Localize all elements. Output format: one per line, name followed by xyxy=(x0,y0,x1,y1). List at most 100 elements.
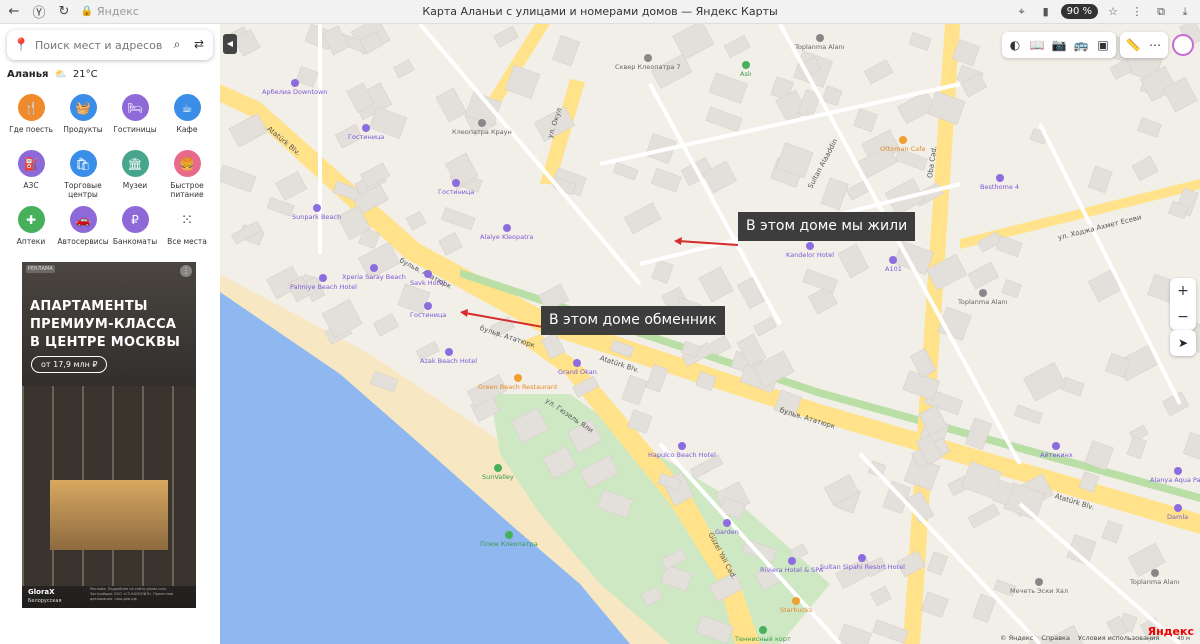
poi-shop[interactable]: A101 xyxy=(885,256,902,273)
basket-icon: 🧺 xyxy=(69,94,97,121)
poi-cafe[interactable]: Ottoman Cafe xyxy=(880,136,926,153)
zoom-out-button[interactable]: − xyxy=(1170,304,1196,330)
category-label: Где поесть xyxy=(9,125,53,134)
layer-tools: ◐ 📖 📷 🚌 ▣ xyxy=(1002,32,1116,58)
advertisement-banner[interactable]: РЕКЛАМА ⋮ АПАРТАМЕНТЫ ПРЕМИУМ-КЛАССА В Ц… xyxy=(22,262,196,608)
extensions-icon[interactable]: ⧉ xyxy=(1152,3,1170,21)
back-icon[interactable]: ← xyxy=(3,1,25,23)
callout-lived: В этом доме мы жили xyxy=(738,212,916,241)
zoom-in-button[interactable]: + xyxy=(1170,278,1196,304)
yandex-browser-icon[interactable]: Ⓨ xyxy=(28,1,50,23)
search-icon[interactable]: ⌕ xyxy=(169,37,185,53)
layers-icon[interactable]: ◐ xyxy=(1004,34,1026,56)
category-fastfood[interactable]: 🍔 Быстрое питание xyxy=(161,150,213,199)
category-museums[interactable]: 🏛 Музеи xyxy=(109,150,161,190)
map-canvas[interactable]: ◀ ◐ 📖 📷 🚌 ▣ 📏 ⋯ + − ➤ В этом доме мы жил… xyxy=(220,24,1200,644)
measure-tools: 📏 ⋯ xyxy=(1120,32,1168,58)
category-label: Торговые центры xyxy=(64,181,102,199)
category-atm[interactable]: ₽ Банкоматы xyxy=(109,206,161,246)
downloads-icon[interactable]: ⤓ xyxy=(1176,3,1194,21)
poi-hotel[interactable]: Garden xyxy=(715,519,739,536)
poi-hotel[interactable]: Besthome 4 xyxy=(980,174,1019,191)
poi-hotel[interactable]: Alaiye Kleopatra xyxy=(480,224,533,241)
panorama-icon[interactable]: ▣ xyxy=(1092,34,1114,56)
ad-price-button[interactable]: от 17,9 млн ₽ xyxy=(31,356,108,373)
ruble-icon: ₽ xyxy=(121,206,149,233)
category-label: Аптеки xyxy=(16,237,46,246)
copyright-text: © Яндекс xyxy=(1000,634,1034,642)
poi-hotel[interactable]: Azak Beach Hotel xyxy=(420,348,477,365)
lock-icon: 🔒 xyxy=(80,6,94,17)
more-dots-icon[interactable]: ⋯ xyxy=(1144,34,1166,56)
poi-beach[interactable]: Пляж Клеопатра xyxy=(480,531,538,548)
ruler-icon[interactable]: 📏 xyxy=(1122,34,1144,56)
category-pharmacy[interactable]: ✚ Аптеки xyxy=(5,206,57,246)
category-groceries[interactable]: 🧺 Продукты xyxy=(57,94,109,134)
poi-building[interactable]: Клеопатра Краун xyxy=(452,119,512,136)
category-malls[interactable]: 🛍 Торговые центры xyxy=(57,150,109,199)
poi-hotel[interactable]: Palmiye Beach Hotel xyxy=(290,274,357,291)
poi-square[interactable]: Сквер Клеопатра 7 xyxy=(615,54,681,71)
category-autoservice[interactable]: 🚗 Автосервисы xyxy=(57,206,109,246)
poi-hotel[interactable]: Kandelor Hotel xyxy=(786,242,834,259)
bed-icon: 🛏 xyxy=(121,94,149,121)
transit-icon[interactable]: 🚌 xyxy=(1070,34,1092,56)
map-toolbar: ◐ 📖 📷 🚌 ▣ 📏 ⋯ xyxy=(1002,32,1194,58)
bookmark-icon[interactable]: ▮ xyxy=(1037,3,1055,21)
poi-hotel[interactable]: Grand Okan xyxy=(558,359,597,376)
more-icon[interactable]: ⋮ xyxy=(1128,3,1146,21)
poi-waterpark[interactable]: Alanya Aqua Park xyxy=(1150,467,1200,484)
city-name: Аланья xyxy=(7,69,49,80)
poi-hotel[interactable]: Гостиница xyxy=(348,124,384,141)
map-footer: © Яндекс Справка Условия использования xyxy=(1000,634,1159,642)
star-icon[interactable]: ☆ xyxy=(1104,3,1122,21)
category-food[interactable]: 🍴 Где поесть xyxy=(5,94,57,134)
category-all[interactable]: ⁙ Все места xyxy=(161,206,213,246)
sidebar: 📍 Поиск мест и адресов ⌕ ⇄ Аланья ⛅ 21°C… xyxy=(0,24,220,644)
poi-shop[interactable]: Айтекинх xyxy=(1040,442,1073,459)
grid-dots-icon: ⁙ xyxy=(173,206,201,233)
map-book-icon[interactable]: 📖 xyxy=(1026,34,1048,56)
ad-brand-sub: Белорусская xyxy=(28,598,62,604)
poi-sports[interactable]: Теннисный корт xyxy=(735,626,791,643)
poi-hotel[interactable]: Sunpark Beach xyxy=(292,204,341,221)
poi-hotel[interactable]: Riviera Hotel & SPA xyxy=(760,557,823,574)
poi-meeting-point[interactable]: Toplanma Alanı xyxy=(795,34,844,51)
poi-hotel[interactable]: Гостиница xyxy=(410,302,446,319)
callout-exchange: В этом доме обменник xyxy=(541,306,725,335)
poi-restaurant[interactable]: Green Beach Restaurant xyxy=(478,374,558,391)
category-hotels[interactable]: 🛏 Гостиницы xyxy=(109,94,161,134)
poi-hotel[interactable]: Hapulco Beach Hotel xyxy=(648,442,716,459)
poi-hotel[interactable]: Savk Hotel xyxy=(410,270,445,287)
help-link[interactable]: Справка xyxy=(1041,634,1070,642)
category-gas[interactable]: ⛽ АЗС xyxy=(5,150,57,190)
ad-fine-print: Реклама. Подробнее на сайте glorax.com. … xyxy=(90,587,174,601)
reload-icon[interactable]: ↻ xyxy=(53,1,75,23)
scale-bar: 40 м xyxy=(1177,636,1190,642)
user-avatar[interactable] xyxy=(1172,34,1194,56)
poi-hotel[interactable]: Sultan Sipahi Resort Hotel xyxy=(820,554,905,571)
poi-park[interactable]: SunValley xyxy=(482,464,514,481)
ad-more-icon[interactable]: ⋮ xyxy=(180,265,192,277)
search-box[interactable]: 📍 Поиск мест и адресов ⌕ ⇄ xyxy=(7,30,213,60)
zoom-indicator[interactable]: 90 % xyxy=(1060,4,1098,19)
plus-icon: ✚ xyxy=(17,206,45,233)
camera-icon[interactable]: 📷 xyxy=(1048,34,1070,56)
poi-mosque[interactable]: Мечеть Эски Хал xyxy=(1010,578,1068,595)
category-cafe[interactable]: ☕ Кафе xyxy=(161,94,213,134)
sidebar-collapse-button[interactable]: ◀ xyxy=(223,34,237,54)
location-icon[interactable]: ⌖ xyxy=(1013,3,1031,21)
route-icon[interactable]: ⇄ xyxy=(191,37,207,53)
poi-meeting-point[interactable]: Toplanma Alanı xyxy=(958,289,1007,306)
poi-hotel[interactable]: Damla xyxy=(1167,504,1188,521)
poi-cafe[interactable]: Starbucks xyxy=(780,597,812,614)
poi-hotel[interactable]: Арбелиа Downtown xyxy=(262,79,327,96)
poi-shop[interactable]: Aslı xyxy=(740,61,751,78)
zoom-controls: + − xyxy=(1170,278,1196,330)
poi-meeting-point[interactable]: Toplanma Alanı xyxy=(1130,569,1179,586)
my-location-button[interactable]: ➤ xyxy=(1170,330,1196,356)
poi-hotel[interactable]: Гостиница xyxy=(438,179,474,196)
url-text[interactable]: Яндекс xyxy=(97,5,139,18)
search-input[interactable]: Поиск мест и адресов xyxy=(35,39,163,52)
city-weather[interactable]: Аланья ⛅ 21°C xyxy=(7,69,98,80)
